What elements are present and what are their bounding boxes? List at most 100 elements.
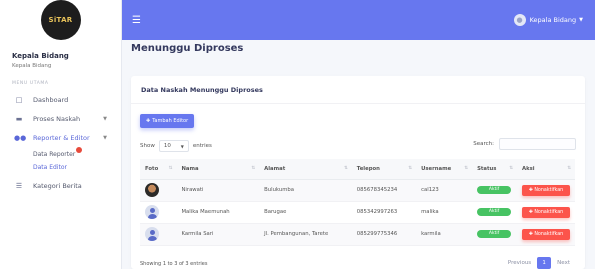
sidebar-subitem-data-reporter[interactable]: Data Reporter xyxy=(0,147,121,161)
cell-aksi: ✚ Nonaktifkan xyxy=(517,223,575,246)
search-input[interactable] xyxy=(499,138,576,150)
column-header-label: Foto xyxy=(145,165,159,172)
page-length-select[interactable]: 10 ▼ xyxy=(158,140,189,152)
deactivate-button[interactable]: ✚ Nonaktifkan xyxy=(522,206,570,218)
pagination-page-1[interactable]: 1 xyxy=(537,257,552,269)
sidebar-subitem-label: Data Editor xyxy=(33,164,67,171)
sidebar-item-label: Reporter & Editor xyxy=(33,133,90,142)
sort-icon: ⇅ xyxy=(509,166,513,171)
default-avatar-icon xyxy=(145,227,159,241)
cell-telepon: 085342997263 xyxy=(351,201,417,224)
pagination-previous[interactable]: Previous xyxy=(502,257,537,269)
sidebar-item-dashboard[interactable]: □ Dashboard xyxy=(0,90,121,109)
user-plus-icon: ✚ xyxy=(146,118,151,124)
deactivate-button[interactable]: ✚ Nonaktifkan xyxy=(522,228,570,240)
file-icon: ▬ xyxy=(15,114,23,123)
topbar-user-name: Kepala Bidang xyxy=(529,16,577,24)
cell-username: malika xyxy=(416,201,473,224)
column-header-label: Aksi xyxy=(522,165,535,172)
cell-aksi: ✚ Nonaktifkan xyxy=(517,201,575,224)
card-header: Data Naskah Menunggu Diproses xyxy=(131,76,585,104)
sidebar-subitem-data-editor[interactable]: Data Editor xyxy=(0,161,121,174)
sidebar-user: Kepala Bidang Kepala Bidang xyxy=(0,40,121,75)
cell-nama: Malika Maemunah xyxy=(176,201,260,224)
pagination: Previous 1 Next xyxy=(502,257,576,269)
status-badge: Aktif xyxy=(477,230,512,238)
sort-icon: ⇅ xyxy=(567,166,571,171)
show-label: Show xyxy=(140,143,155,149)
status-badge: Aktif xyxy=(477,208,512,216)
sidebar-item-label: Kategori Berita xyxy=(33,181,82,190)
deactivate-label: Nonaktifkan xyxy=(534,231,564,237)
sidebar-user-role: Kepala Bidang xyxy=(12,63,52,69)
chevron-down-icon: ▼ xyxy=(103,134,107,141)
cell-aksi: ✚ Nonaktifkan xyxy=(517,179,575,202)
users-icon: ●● xyxy=(14,133,27,142)
column-header-foto[interactable]: Foto ⇅ xyxy=(140,159,177,180)
column-header-label: Telepon xyxy=(356,165,380,172)
default-avatar-icon xyxy=(145,205,159,219)
page-title: Menunggu Diproses xyxy=(131,43,244,54)
cell-alamat: Barugae xyxy=(259,201,352,224)
search-label: Search: xyxy=(473,141,494,147)
menu-section-title: MENU UTAMA xyxy=(12,81,49,86)
chevron-down-icon: ▼ xyxy=(579,17,583,23)
cell-status: Aktif xyxy=(472,201,517,224)
app-logo[interactable]: SiTAR xyxy=(40,0,81,40)
cell-foto xyxy=(140,201,177,224)
pagination-next[interactable]: Next xyxy=(551,257,576,269)
cell-foto xyxy=(140,223,177,246)
deactivate-label: Nonaktifkan xyxy=(534,187,564,193)
sort-icon: ⇅ xyxy=(344,166,348,171)
column-header-label: Nama xyxy=(181,165,199,172)
cell-username: karmila xyxy=(416,223,473,246)
cell-status: Aktif xyxy=(472,179,517,202)
sidebar-item-kategori-berita[interactable]: ☰ Kategori Berita xyxy=(0,176,121,195)
column-header-username[interactable]: Username ⇅ xyxy=(416,159,473,180)
sidebar-item-label: Dashboard xyxy=(33,95,69,104)
entries-label: entries xyxy=(192,143,212,149)
column-header-nama[interactable]: Nama ⇅ xyxy=(176,159,260,180)
column-header-status[interactable]: Status ⇅ xyxy=(472,159,517,180)
table-row: Nirawati Bulukumba 085678345234 cal123 A… xyxy=(140,179,575,202)
search-control: Search: xyxy=(473,138,576,150)
table-row: Malika Maemunah Barugae 085342997263 mal… xyxy=(140,201,575,224)
add-editor-label: Tambah Editor xyxy=(152,118,189,124)
sidebar-item-reporter-editor[interactable]: ●● Reporter & Editor ▼ xyxy=(0,128,121,147)
column-header-alamat[interactable]: Alamat ⇅ xyxy=(259,159,352,180)
cell-telepon: 085299775346 xyxy=(351,223,417,246)
sort-icon: ⇅ xyxy=(408,166,413,171)
deactivate-button[interactable]: ✚ Nonaktifkan xyxy=(522,184,570,196)
table-row: Karmila Sari Jl. Pembangunan, Tarete 085… xyxy=(140,223,575,246)
sidebar-item-proses-naskah[interactable]: ▬ Proses Naskah ▼ xyxy=(0,109,121,128)
deactivate-label: Nonaktifkan xyxy=(534,209,564,215)
column-header-label: Alamat xyxy=(264,165,286,172)
hamburger-menu-icon[interactable]: ☰ xyxy=(132,15,141,26)
column-header-telepon[interactable]: Telepon ⇅ xyxy=(351,159,417,180)
add-editor-button[interactable]: ✚ Tambah Editor xyxy=(140,114,195,128)
sidebar-subitem-label: Data Reporter xyxy=(33,151,76,158)
user-photo xyxy=(145,183,159,197)
status-badge: Aktif xyxy=(477,186,512,194)
monitor-icon: □ xyxy=(15,95,23,104)
cell-alamat: Bulukumba xyxy=(259,179,352,202)
cell-status: Aktif xyxy=(472,223,517,246)
notification-badge xyxy=(76,147,83,153)
column-header-label: Status xyxy=(477,165,497,172)
topbar: ☰ ● Kepala Bidang ▼ xyxy=(122,0,595,40)
user-avatar: ● xyxy=(513,14,526,26)
chevron-down-icon: ▼ xyxy=(103,115,107,122)
cell-alamat: Jl. Pembangunan, Tarete xyxy=(259,223,352,246)
user-dropdown[interactable]: ● Kepala Bidang ▼ xyxy=(513,14,583,26)
data-card: Data Naskah Menunggu Diproses ✚ Tambah E… xyxy=(131,76,585,269)
cell-username: cal123 xyxy=(416,179,473,202)
table-header-row: Foto ⇅ Nama ⇅ Alamat ⇅ Telepon ⇅ Username ⇅ S… xyxy=(140,159,575,180)
data-table: Foto ⇅ Nama ⇅ Alamat ⇅ Telepon ⇅ Username ⇅ S… xyxy=(140,159,575,246)
cell-foto xyxy=(140,179,177,202)
column-header-aksi[interactable]: Aksi ⇅ xyxy=(517,159,575,180)
sort-icon: ⇅ xyxy=(251,166,256,171)
logo-text: SiTAR xyxy=(48,16,73,24)
page-length-control: Show 10 ▼ entries xyxy=(140,140,212,152)
sort-icon: ⇅ xyxy=(168,166,173,171)
sidebar: SiTAR Kepala Bidang Kepala Bidang MENU U… xyxy=(0,0,122,269)
